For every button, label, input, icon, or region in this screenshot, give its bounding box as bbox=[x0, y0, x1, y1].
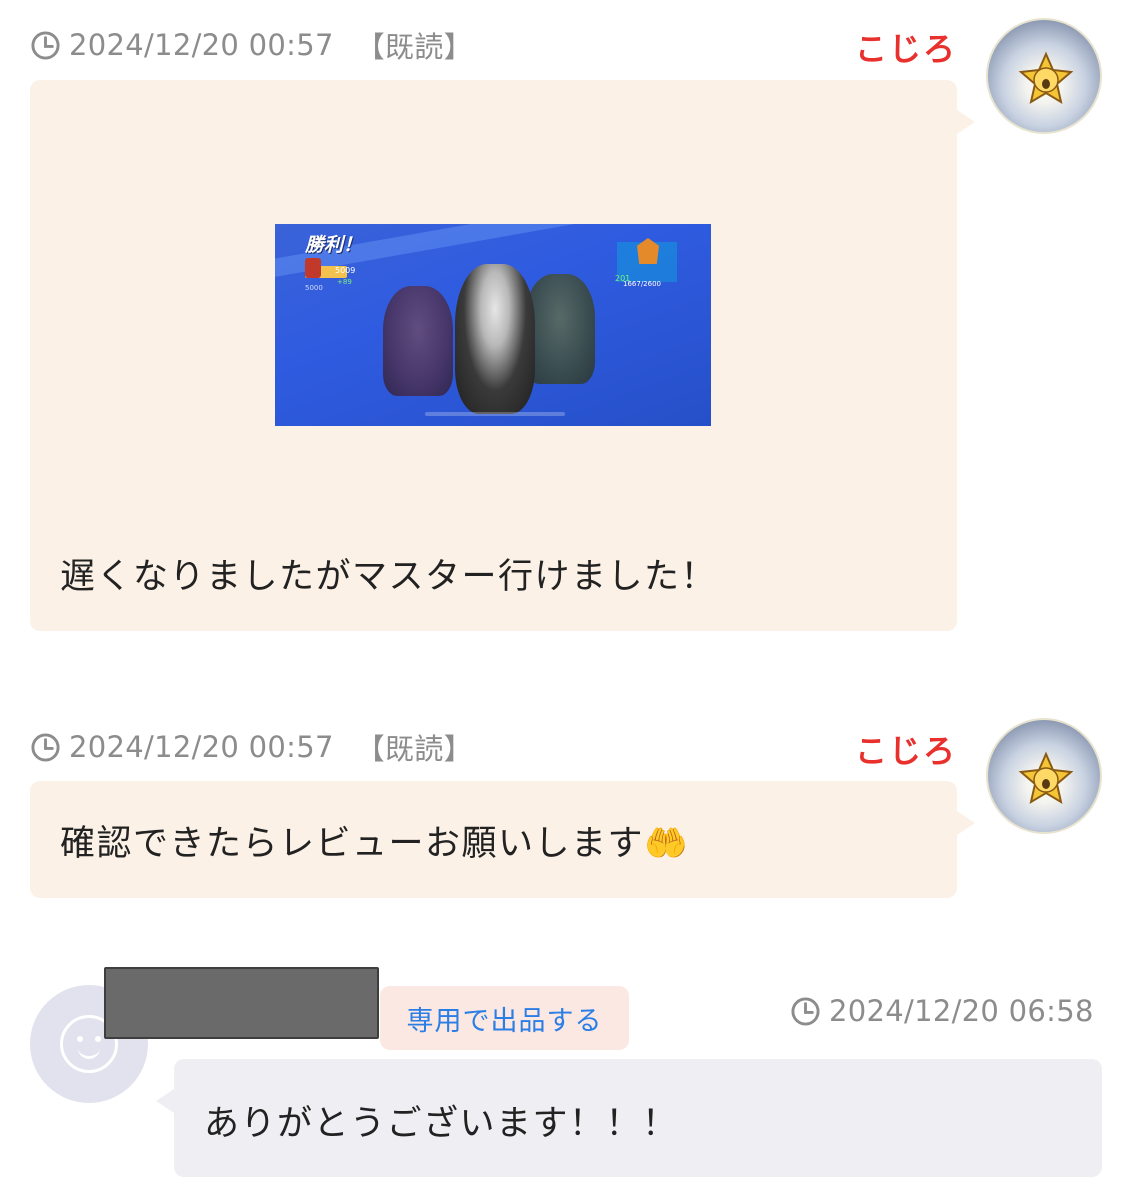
eye-icon bbox=[95, 1036, 101, 1042]
brawler-right bbox=[525, 274, 595, 384]
clock-icon bbox=[791, 996, 820, 1026]
rank-badge-icon bbox=[305, 258, 321, 278]
mouth-icon bbox=[78, 1048, 100, 1059]
message-text: 遅くなりましたがマスター行けました！ bbox=[60, 557, 718, 597]
floor-line bbox=[425, 412, 565, 416]
clock-icon bbox=[31, 732, 60, 762]
message-bubble: 確認できたらレビューお願いします🤲 bbox=[30, 781, 975, 898]
read-status: 【既読】 bbox=[355, 732, 473, 766]
message-text: 確認できたらレビューお願いします🤲 bbox=[60, 824, 690, 864]
sender-avatar[interactable] bbox=[986, 18, 1102, 134]
redacted-username bbox=[104, 967, 379, 1039]
message-timestamp: 2024/12/20 00:57 bbox=[69, 730, 334, 764]
message-bubble: ありがとうございます！！！ bbox=[156, 1059, 1102, 1177]
sender-name[interactable]: こじろ bbox=[855, 24, 957, 70]
star-rank-icon bbox=[1018, 51, 1074, 105]
brawler-main bbox=[455, 264, 535, 414]
message-meta: 2024/12/20 06:58 bbox=[790, 994, 1094, 1028]
progress-text: 1667/2600 bbox=[623, 280, 661, 288]
message-meta: 2024/12/20 00:57 【既読】 bbox=[30, 24, 473, 66]
exclusive-listing-button[interactable]: 専用で出品する bbox=[380, 986, 629, 1050]
sender-avatar[interactable] bbox=[986, 718, 1102, 834]
rank-left: 5000 bbox=[305, 284, 323, 292]
rank-change: +89 bbox=[337, 278, 352, 286]
message-meta: 2024/12/20 00:57 【既読】 bbox=[30, 726, 473, 768]
clock-icon bbox=[31, 30, 60, 60]
sender-name[interactable]: こじろ bbox=[855, 726, 957, 772]
read-status: 【既読】 bbox=[355, 30, 473, 64]
message-timestamp: 2024/12/20 00:57 bbox=[69, 28, 334, 62]
rank-value: 5009 bbox=[335, 266, 356, 275]
victory-text: 勝利！ bbox=[305, 234, 363, 256]
game-victory-screenshot[interactable]: 勝利！ 5009 +89 5000 201 1667/2600 bbox=[275, 224, 711, 426]
message-timestamp: 2024/12/20 06:58 bbox=[829, 994, 1094, 1028]
brawler-left bbox=[383, 286, 453, 396]
message-text: ありがとうございます！！！ bbox=[204, 1104, 679, 1144]
chat-page: 2024/12/20 00:57 【既読】 こじろ 遅くなりましたがマスター行け… bbox=[0, 0, 1131, 1200]
eye-icon bbox=[77, 1036, 83, 1042]
star-rank-icon bbox=[1018, 751, 1074, 805]
